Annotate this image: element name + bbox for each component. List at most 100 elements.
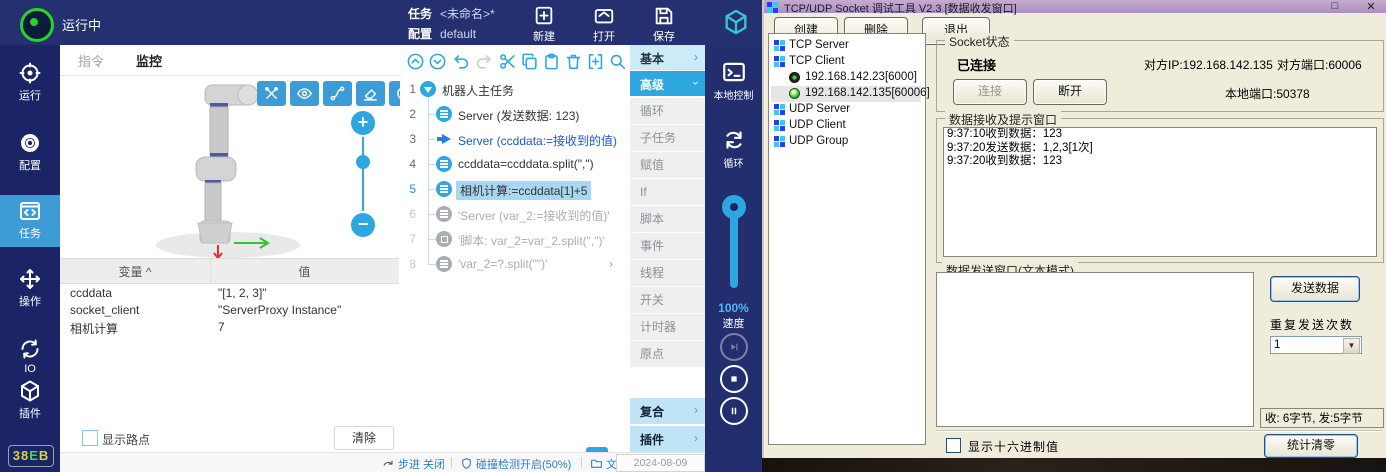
tree-item-connection[interactable]: 192.168.142.23[6000] xyxy=(771,70,921,86)
disconnect-button[interactable]: 断开 xyxy=(1033,79,1107,105)
save-task-button[interactable]: 保存 xyxy=(642,5,686,44)
program-line-selected[interactable]: 5 相机计算:=ccddata[1]+5 xyxy=(400,177,629,202)
step-mode-status[interactable]: 步进 关闭 xyxy=(382,456,445,472)
sidebar-item-task[interactable]: 任务 xyxy=(0,195,60,247)
show-waypoints-checkbox[interactable] xyxy=(82,430,98,446)
program-line[interactable]: 4 ccddata=ccddata.split(",") xyxy=(400,152,629,177)
cut-button[interactable] xyxy=(498,52,519,73)
stop-icon xyxy=(727,372,741,386)
copy-button[interactable] xyxy=(520,52,541,73)
tab-monitor[interactable]: 监控 xyxy=(136,51,162,70)
collapse-all-button[interactable] xyxy=(406,52,427,73)
column-variable[interactable]: 变量 ^ xyxy=(60,263,210,280)
sidebar-item-run[interactable]: 运行 xyxy=(0,57,60,109)
insert-button[interactable] xyxy=(586,52,607,73)
program-line-disabled[interactable]: 8 'var_2=?.split("")' xyxy=(400,252,629,277)
cube-icon xyxy=(18,379,42,403)
command-category-panel: 基本› 高级› 循环 子任务 赋值 If 脚本 事件 线程 开关 计时器 原点 … xyxy=(630,45,705,452)
dropdown-arrow-icon[interactable]: ▼ xyxy=(1343,338,1360,354)
byte-stats: 收: 6字节, 发:5字节 xyxy=(1260,408,1384,428)
view-erase-button[interactable] xyxy=(356,81,385,106)
cmd-item-origin[interactable]: 原点 xyxy=(630,341,705,367)
tree-item-udp-group[interactable]: UDP Group xyxy=(771,134,921,150)
tab-composite[interactable]: 复合› xyxy=(630,398,705,424)
loop-mode-button[interactable]: 循环 xyxy=(705,127,762,170)
app-topbar: 运行中 任务<未命名>* 配置default 新建 打开 保存 xyxy=(0,0,762,45)
column-value[interactable]: 值 xyxy=(210,263,399,280)
move-icon xyxy=(18,267,42,291)
expand-all-button[interactable] xyxy=(428,52,449,73)
cmd-item-switch[interactable]: 开关 xyxy=(630,287,705,313)
repeat-count-select[interactable]: 1 ▼ xyxy=(1270,336,1362,354)
zoom-slider-knob[interactable] xyxy=(356,155,370,169)
save-icon xyxy=(653,5,675,27)
peer-ip: 对方IP:192.168.142.135 xyxy=(1144,56,1273,73)
tab-basic[interactable]: 基本› xyxy=(630,45,705,70)
cmd-item-thread[interactable]: 线程 xyxy=(630,260,705,286)
cmd-item-assign[interactable]: 赋值 xyxy=(630,152,705,178)
cmd-item-timer[interactable]: 计时器 xyxy=(630,314,705,340)
cmd-item-event[interactable]: 事件 xyxy=(630,233,705,259)
close-button[interactable]: ✕ xyxy=(1364,0,1378,13)
code-icon xyxy=(18,199,42,223)
program-tree-panel: 1 机器人主任务 2 Server (发送数据: 123) 3 Server (… xyxy=(400,45,631,452)
sidebar-item-operate[interactable]: 操作 xyxy=(0,263,60,315)
tree-item-tcp-client[interactable]: TCP Client xyxy=(771,54,921,70)
undo-icon xyxy=(452,52,471,71)
table-row[interactable]: 相机计算 7 xyxy=(60,319,399,336)
panel-collapse-chevron[interactable]: › xyxy=(609,257,613,271)
open-task-button[interactable]: 打开 xyxy=(582,5,626,44)
send-textarea[interactable] xyxy=(936,272,1254,427)
table-row[interactable]: ccddata "[1, 2, 3]" xyxy=(60,285,399,302)
undo-button[interactable] xyxy=(452,52,473,73)
clear-button[interactable]: 清除 xyxy=(334,426,394,450)
program-line-disabled[interactable]: 6 'Server (var_2:=接收到的值)' xyxy=(400,202,629,227)
new-task-button[interactable]: 新建 xyxy=(522,5,566,44)
table-row[interactable]: socket_client "ServerProxy Instance" xyxy=(60,302,399,319)
search-button[interactable] xyxy=(608,52,629,73)
show-hex-checkbox[interactable] xyxy=(946,438,961,453)
paste-button[interactable] xyxy=(542,52,563,73)
zoom-slider-track[interactable] xyxy=(362,137,364,211)
collision-detect-status[interactable]: 碰撞检测开启(50%) xyxy=(460,456,571,472)
receive-log[interactable]: 9:37:10收到数据：123 9:37:20发送数据：1,2,3[1次] 9:… xyxy=(943,127,1377,257)
minimize-button[interactable]: □ xyxy=(1328,0,1342,12)
pause-button[interactable] xyxy=(720,397,748,425)
redo-button[interactable] xyxy=(474,52,495,73)
script-icon xyxy=(436,231,452,247)
speed-slider-track[interactable] xyxy=(730,210,738,288)
view-path-button[interactable] xyxy=(323,81,352,106)
task-name: 任务<未命名>* xyxy=(408,5,495,22)
clear-stats-button[interactable]: 统计清零 xyxy=(1264,434,1358,458)
tab-advanced[interactable]: 高级› xyxy=(630,71,705,96)
cmd-item-script[interactable]: 脚本 xyxy=(630,206,705,232)
cmd-item-if[interactable]: If xyxy=(630,179,705,205)
send-data-button[interactable]: 发送数据 xyxy=(1270,276,1360,302)
program-line-root[interactable]: 1 机器人主任务 xyxy=(400,77,629,102)
speed-slider-knob[interactable] xyxy=(722,195,746,219)
tree-item-udp-server[interactable]: UDP Server xyxy=(771,102,921,118)
program-line[interactable]: 2 Server (发送数据: 123) xyxy=(400,102,629,127)
zoom-in-button[interactable]: + xyxy=(351,111,375,135)
sidebar-item-config[interactable]: 配置 xyxy=(0,127,60,179)
window-titlebar[interactable]: TCP/UDP Socket 调试工具 V2.3 [数据收发窗口] □ ✕ xyxy=(764,0,1386,13)
tab-command[interactable]: 指令 xyxy=(78,51,104,70)
step-forward-button[interactable] xyxy=(720,333,748,361)
sidebar-item-plugin[interactable]: 插件 xyxy=(0,375,60,427)
view-visibility-button[interactable] xyxy=(290,81,319,106)
tree-item-udp-client[interactable]: UDP Client xyxy=(771,118,921,134)
cmd-item-subtask[interactable]: 子任务 xyxy=(630,125,705,151)
stop-button[interactable] xyxy=(720,365,748,393)
connect-button[interactable]: 连接 xyxy=(953,79,1027,105)
tab-plugin[interactable]: 插件› xyxy=(630,426,705,452)
local-control-button[interactable]: 本地控制 xyxy=(705,59,762,102)
zoom-out-button[interactable]: − xyxy=(351,213,375,237)
tree-item-connection-selected[interactable]: 192.168.142.135[60006] xyxy=(771,86,921,102)
program-line-current[interactable]: 3 Server (ccddata:=接收到的值) xyxy=(400,127,629,152)
connection-state: 已连接 xyxy=(957,55,996,74)
delete-button[interactable] xyxy=(564,52,585,73)
view-tools-button[interactable] xyxy=(257,81,286,106)
tree-item-tcp-server[interactable]: TCP Server xyxy=(771,38,921,54)
cmd-item-loop[interactable]: 循环 xyxy=(630,98,705,124)
program-line-disabled[interactable]: 7 '脚本: var_2=var_2.split(",")' xyxy=(400,227,629,252)
